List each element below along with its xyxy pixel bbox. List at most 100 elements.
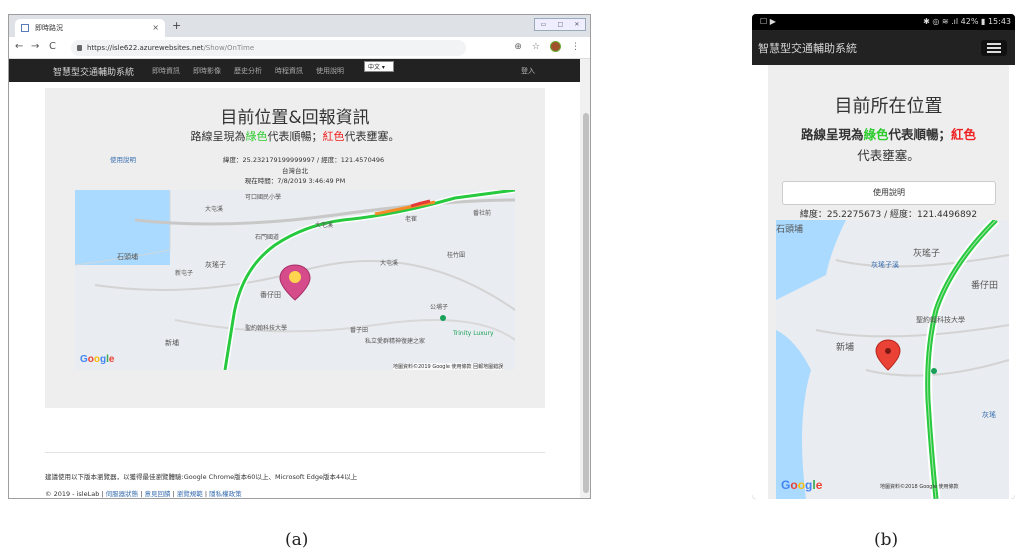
map-label: 新埔 bbox=[165, 339, 179, 347]
coordinates-text: 緯度：25.232179199999997 / 經度：121.4570496 bbox=[223, 156, 385, 164]
login-link[interactable]: 登入 bbox=[521, 66, 535, 76]
menu-kebab-icon[interactable]: ⋮ bbox=[571, 42, 580, 52]
reload-icon[interactable]: C bbox=[49, 41, 56, 52]
map-label: 大屯溪 bbox=[205, 206, 224, 213]
footer-link-feedback[interactable]: 意見回饋 bbox=[144, 490, 170, 498]
google-logo: Google bbox=[80, 354, 115, 365]
legend-mid: 代表順暢； bbox=[267, 130, 323, 143]
extension-icon[interactable]: ⊕ bbox=[514, 42, 522, 52]
page-content: 目前位置&回報資訊 路線呈現為綠色代表順暢；紅色代表壅塞。 使用說明 緯度：25… bbox=[9, 82, 580, 498]
nav-link-realtime-video[interactable]: 即時影像 bbox=[193, 66, 221, 76]
location-pin-icon[interactable] bbox=[875, 339, 901, 371]
desktop-browser-window: 即時路況 × + ▭ □ ✕ ← → C https://isle622.azu… bbox=[8, 14, 591, 499]
bookmark-star-icon[interactable]: ☆ bbox=[532, 42, 540, 52]
footer-links-line: © 2019 - isleLab | 伺服器狀態 | 意見回饋 | 瀏覽規範 |… bbox=[45, 490, 242, 498]
map-label: 番子田 bbox=[350, 327, 369, 334]
map-label: 灰瑤子 bbox=[913, 249, 941, 259]
route-line-green bbox=[925, 220, 998, 499]
hamburger-menu-icon[interactable] bbox=[981, 40, 1007, 56]
legend-text: 路線呈現為綠色代表順暢；紅色 bbox=[768, 124, 1009, 143]
nav-link-help[interactable]: 使用說明 bbox=[316, 66, 344, 76]
tab-title: 即時路況 bbox=[35, 24, 63, 32]
map-label: 私立愛群精神復建之家 bbox=[365, 338, 426, 345]
status-indicators: ✱ ◎ ≋ .ıl 42% ▮ 15:43 bbox=[923, 17, 1011, 26]
close-window-icon[interactable]: ✕ bbox=[574, 21, 579, 28]
footer-link-browse-rules[interactable]: 瀏覽規範 bbox=[177, 490, 203, 498]
map-label: 可口國民小學 bbox=[245, 194, 282, 201]
legend-green: 綠色 bbox=[245, 130, 268, 143]
app-navbar: 智慧型交通輔助系統 即時資訊 即時影像 歷史分析 時程資訊 使用說明 中文 ▾ … bbox=[9, 59, 580, 82]
browser-recommendation-text: 建議使用以下版本瀏覽器，以獲得最佳瀏覽體驗:Google Chrome版本60以… bbox=[45, 473, 358, 481]
copyright-text: © 2019 - isleLab | bbox=[45, 490, 106, 498]
nav-link-schedule[interactable]: 時程資訊 bbox=[275, 66, 303, 76]
map-label: 公埔子 bbox=[430, 304, 449, 311]
time-text: 現在時間：7/8/2019 3:46:49 PM bbox=[244, 177, 346, 185]
help-button[interactable]: 使用說明 bbox=[782, 181, 996, 205]
legend-line2: 代表壅塞。 bbox=[857, 148, 920, 163]
legend-green: 綠色 bbox=[863, 127, 889, 142]
help-link[interactable]: 使用說明 bbox=[110, 154, 136, 164]
favicon-icon bbox=[21, 24, 29, 32]
nav-link-realtime-info[interactable]: 即時資訊 bbox=[152, 66, 180, 76]
map-label: 新屯子 bbox=[175, 270, 194, 277]
language-select[interactable]: 中文 ▾ bbox=[364, 61, 394, 72]
minimize-icon[interactable]: ▭ bbox=[541, 21, 547, 28]
legend-prefix: 路線呈現為 bbox=[800, 127, 864, 142]
caption-a: (a) bbox=[285, 530, 309, 550]
page-scrollbar[interactable] bbox=[580, 59, 590, 498]
browser-tab[interactable]: 即時路況 × bbox=[15, 19, 165, 37]
tab-close-icon[interactable]: × bbox=[152, 19, 159, 37]
nav-link-history[interactable]: 歷史分析 bbox=[234, 66, 262, 76]
footer-link-privacy[interactable]: 隱私權政策 bbox=[209, 490, 242, 498]
toolbar-icons: ⊕ ☆ ⋮ bbox=[514, 41, 580, 52]
back-icon[interactable]: ← bbox=[15, 41, 23, 52]
url-path: /Show/OnTime bbox=[203, 44, 255, 52]
map-attribution: 地圖資料©2019 Google 使用條款 回報地圖錯誤 bbox=[393, 363, 504, 370]
city-text: 台灣台北 bbox=[282, 167, 308, 175]
map-label: 石頭埔 bbox=[776, 225, 804, 235]
lock-icon bbox=[77, 45, 82, 51]
map-label: 老崔 bbox=[405, 216, 418, 223]
legend-text: 路線呈現為綠色代表順暢；紅色代表壅塞。 bbox=[45, 128, 545, 144]
legend-red: 紅色 bbox=[951, 127, 977, 142]
map-label: Trinity Luxury bbox=[453, 330, 494, 337]
map-label: 大屯溪 bbox=[380, 260, 399, 267]
map-label: 番仔田 bbox=[971, 281, 999, 291]
scrollbar-thumb[interactable] bbox=[583, 113, 589, 493]
footer-link-server-status[interactable]: 伺服器狀態 bbox=[106, 490, 139, 498]
mobile-device-screen: ☐ ▶ ✱ ◎ ≋ .ıl 42% ▮ 15:43 智慧型交通輔助系統 目前所在… bbox=[752, 14, 1015, 499]
app-brand[interactable]: 智慧型交通輔助系統 bbox=[758, 40, 857, 56]
map-label: 番仔田 bbox=[260, 291, 281, 299]
maximize-icon[interactable]: □ bbox=[557, 21, 563, 28]
poi-marker bbox=[931, 368, 937, 374]
map-label: 聖約翰科技大學 bbox=[916, 316, 965, 324]
mobile-navbar: 智慧型交通輔助系統 bbox=[752, 30, 1015, 65]
map-label: 石門國道 bbox=[255, 234, 280, 241]
sea-area-2 bbox=[776, 330, 811, 499]
legend-suffix: 代表壅塞。 bbox=[344, 130, 400, 143]
legend-red: 紅色 bbox=[322, 130, 345, 143]
map-view[interactable]: 可口國民小學 大屯溪 石門國道 大宅溪 新屯子 灰瑤子 石頭埔 番仔田 番子田 … bbox=[75, 190, 515, 370]
legend-prefix: 路線呈現為 bbox=[190, 130, 246, 143]
map-label: 灰瑤 bbox=[982, 411, 996, 419]
map-label: 石頭埔 bbox=[117, 253, 138, 261]
window-controls: ▭ □ ✕ bbox=[534, 18, 586, 31]
new-tab-button[interactable]: + bbox=[172, 19, 181, 32]
forward-icon[interactable]: → bbox=[31, 41, 39, 52]
address-bar[interactable]: https://isle622.azurewebsites.net/Show/O… bbox=[71, 40, 466, 56]
map-view[interactable]: 石頭埔 灰瑤子溪 灰瑤子 番仔田 聖約翰科技大學 新埔 灰瑤 Google 地圖… bbox=[776, 220, 1009, 499]
nav-links: 即時資訊 即時影像 歷史分析 時程資訊 使用說明 bbox=[152, 66, 344, 76]
status-bar: ☐ ▶ ✱ ◎ ≋ .ıl 42% ▮ 15:43 bbox=[752, 14, 1015, 30]
map-label: 大宅溪 bbox=[315, 222, 334, 229]
map-label: 灰瑤子 bbox=[205, 261, 226, 269]
jumbotron: 目前位置&回報資訊 路線呈現為綠色代表順暢；紅色代表壅塞。 使用說明 緯度：25… bbox=[45, 88, 545, 408]
profile-avatar[interactable] bbox=[550, 41, 561, 52]
map-label: 聖約翰科技大學 bbox=[245, 325, 288, 332]
mobile-content: 目前所在位置 路線呈現為綠色代表順暢；紅色 代表壅塞。 使用說明 緯度：25.2… bbox=[752, 65, 1015, 499]
legend-mid: 代表順暢； bbox=[888, 127, 952, 142]
page-footer: 建議使用以下版本瀏覽器，以獲得最佳瀏覽體驗:Google Chrome版本60以… bbox=[45, 452, 545, 498]
coordinates-text: 緯度：25.2275673 / 經度：121.4496892 bbox=[799, 210, 978, 220]
map-label: 桂竹圍 bbox=[447, 252, 466, 259]
app-brand[interactable]: 智慧型交通輔助系統 bbox=[53, 65, 134, 78]
map-label: 灰瑤子溪 bbox=[871, 261, 899, 269]
